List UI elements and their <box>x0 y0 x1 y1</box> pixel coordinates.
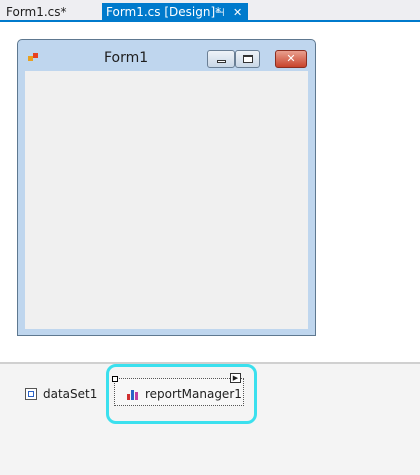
maximize-button[interactable] <box>235 50 260 68</box>
form-titlebar[interactable]: Form1 ✕ <box>18 40 315 71</box>
tab-form1-design[interactable]: Form1.cs [Design]* ⊣ ✕ <box>102 3 248 22</box>
form-client-area[interactable] <box>25 71 308 329</box>
form-app-icon <box>28 53 39 62</box>
close-button[interactable]: ✕ <box>275 50 307 68</box>
tray-item-label: reportManager1 <box>145 387 242 401</box>
design-surface[interactable]: Form1 ✕ <box>0 22 420 362</box>
tab-label: Form1.cs [Design]* <box>106 5 222 19</box>
close-icon: ✕ <box>286 52 296 65</box>
minimize-button[interactable] <box>207 50 235 68</box>
form-window[interactable]: Form1 ✕ <box>17 39 316 336</box>
pin-icon[interactable]: ⊣ <box>215 3 225 22</box>
form-title: Form1 <box>104 50 149 66</box>
maximize-icon <box>243 55 253 63</box>
close-icon[interactable]: ✕ <box>233 3 242 22</box>
tray-item-label: dataSet1 <box>43 387 98 401</box>
report-chart-icon <box>127 388 139 400</box>
smart-tag-arrow-icon[interactable]: ▶ <box>230 373 241 383</box>
minimize-icon <box>217 60 226 63</box>
resize-handle[interactable] <box>112 376 118 382</box>
dataset-icon <box>25 388 37 400</box>
document-tab-strip: Form1.cs* Form1.cs [Design]* ⊣ ✕ <box>0 0 420 22</box>
tab-form1-code[interactable]: Form1.cs* <box>6 3 67 22</box>
component-tray[interactable]: dataSet1 ▶ reportManager1 <box>0 364 420 475</box>
tab-label: Form1.cs* <box>6 5 67 19</box>
